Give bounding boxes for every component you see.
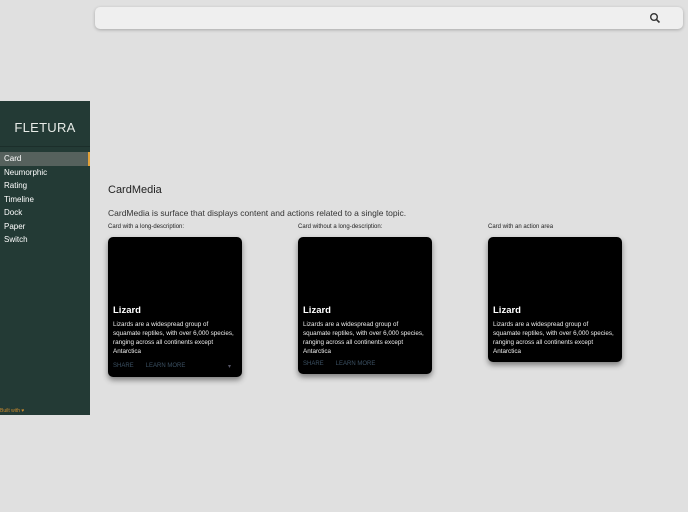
card-action-area[interactable]: Lizard Lizards are a widespread group of…: [488, 237, 622, 362]
card-title: Lizard: [303, 305, 331, 316]
learn-more-button[interactable]: LEARN MORE: [146, 363, 186, 369]
card-without-long-description: Lizard Lizards are a widespread group of…: [298, 237, 432, 374]
sidebar-item-neumorphic[interactable]: Neumorphic: [0, 166, 90, 180]
search-icon[interactable]: [649, 12, 661, 24]
share-button[interactable]: SHARE: [113, 363, 134, 369]
card-text: Lizards are a widespread group of squama…: [493, 321, 614, 355]
page-title: CardMedia: [108, 184, 162, 196]
card-label: Card without a long-description:: [298, 224, 383, 230]
sidebar-item-switch[interactable]: Switch: [0, 233, 90, 247]
card-label: Card with an action area: [488, 224, 554, 230]
sidebar-item-dock[interactable]: Dock: [0, 206, 90, 220]
sidebar-nav: Card Neumorphic Rating Timeline Dock Pap…: [0, 152, 90, 247]
sidebar-item-timeline[interactable]: Timeline: [0, 193, 90, 207]
expand-chevron-icon[interactable]: ▾: [228, 363, 231, 370]
app-logo: FLETURA: [0, 120, 90, 147]
sidebar-item-card[interactable]: Card: [0, 152, 90, 166]
sidebar-item-paper[interactable]: Paper: [0, 220, 90, 234]
page-description: CardMedia is surface that displays conte…: [108, 208, 407, 218]
card-title: Lizard: [493, 305, 521, 316]
search-bar[interactable]: [95, 7, 683, 29]
learn-more-button[interactable]: LEARN MORE: [336, 361, 376, 367]
card-label: Card with a long-description:: [108, 224, 185, 230]
sidebar-item-rating[interactable]: Rating: [0, 179, 90, 193]
sidebar: FLETURA Card Neumorphic Rating Timeline …: [0, 101, 90, 415]
card-text: Lizards are a widespread group of squama…: [113, 321, 234, 355]
card-title: Lizard: [113, 305, 141, 316]
card-long-description: Lizard Lizards are a widespread group of…: [108, 237, 242, 377]
built-with-link[interactable]: Built with ♥: [0, 408, 24, 414]
card-text: Lizards are a widespread group of squama…: [303, 321, 424, 355]
share-button[interactable]: SHARE: [303, 361, 324, 367]
